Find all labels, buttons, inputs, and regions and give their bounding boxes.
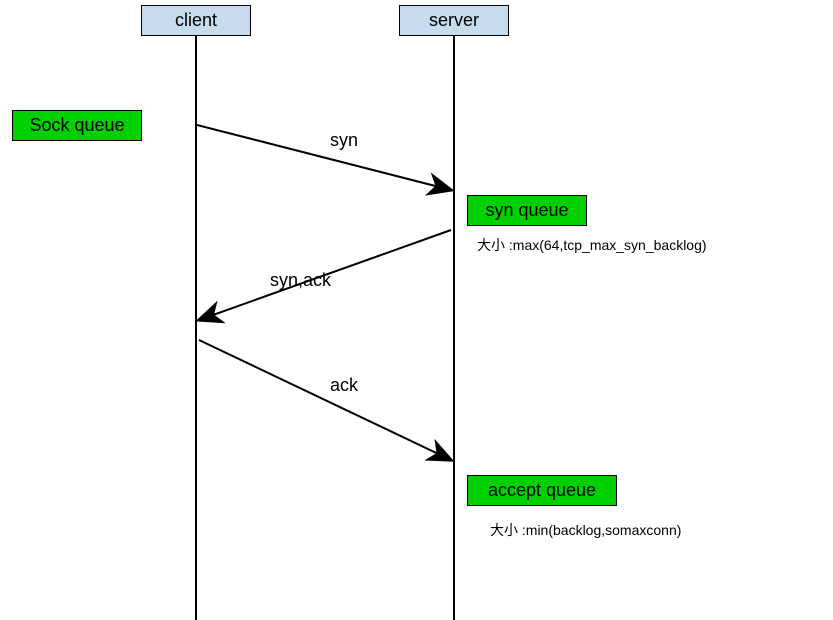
syn-queue-box: syn queue (467, 195, 587, 226)
sock-queue-box: Sock queue (12, 110, 142, 141)
arrow-syn (197, 125, 451, 190)
accept-queue-box: accept queue (467, 475, 617, 506)
message-arrows (0, 0, 833, 620)
server-lifeline (453, 35, 455, 620)
participant-client: client (141, 5, 251, 36)
caption-accept-queue-size: 大小 :min(backlog,somaxconn) (490, 520, 681, 540)
label-ack: ack (330, 375, 358, 396)
label-syn: syn (330, 130, 358, 151)
arrow-ack (199, 340, 451, 460)
caption-syn-queue-size: 大小 :max(64,tcp_max_syn_backlog) (477, 235, 707, 255)
participant-server: server (399, 5, 509, 36)
client-lifeline (195, 35, 197, 620)
label-syn-ack: syn,ack (270, 270, 331, 291)
